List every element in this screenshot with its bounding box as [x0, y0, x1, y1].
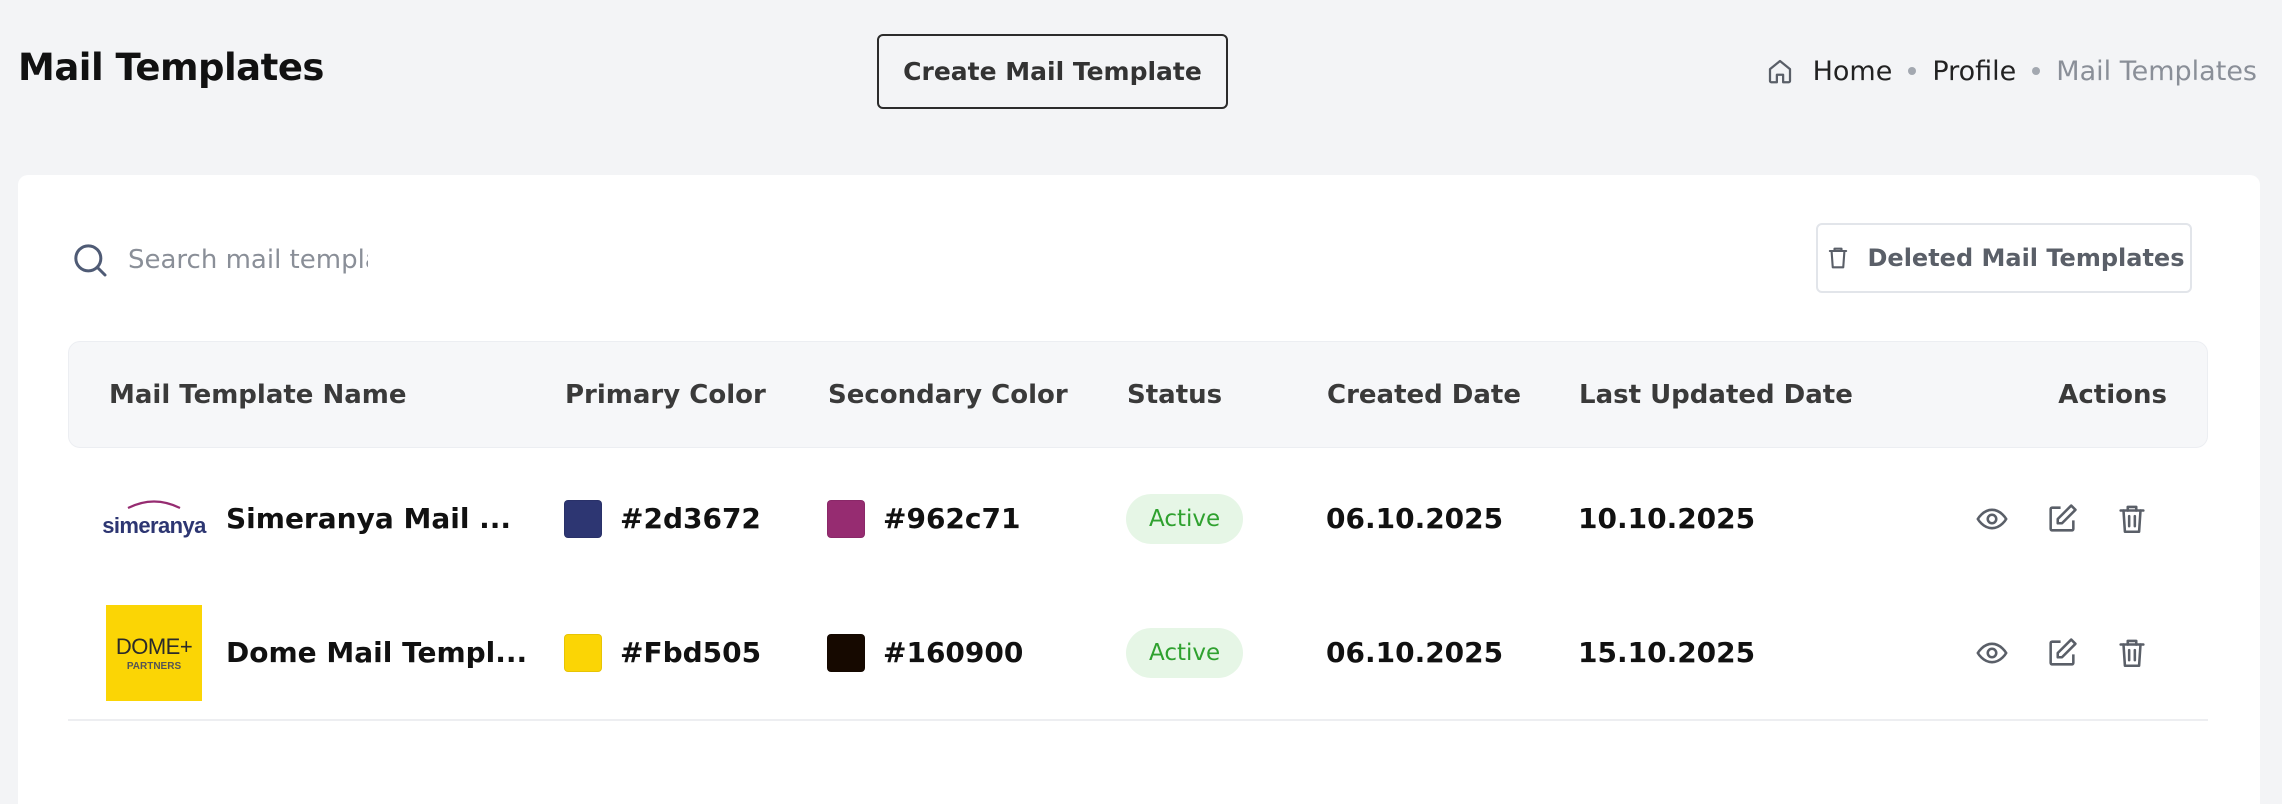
column-header-actions: Actions — [2058, 379, 2167, 410]
logo-subtext: PARTNERS — [126, 660, 182, 672]
deleted-mail-templates-button[interactable]: Deleted Mail Templates — [1816, 223, 2192, 293]
page-title: Mail Templates — [18, 46, 324, 89]
template-logo: simeranya — [102, 470, 206, 567]
secondary-color-cell: #160900 — [827, 586, 1023, 719]
created-date: 06.10.2025 — [1326, 636, 1504, 669]
column-header-name[interactable]: Mail Template Name — [109, 342, 407, 447]
logo-arc-icon — [127, 499, 181, 509]
column-header-updated-date[interactable]: Last Updated Date — [1579, 342, 1853, 447]
template-name-cell: simeranya Simeranya Mail ... — [102, 451, 511, 586]
eye-icon[interactable] — [1975, 502, 2009, 536]
trash-icon[interactable] — [2115, 636, 2149, 670]
column-header-primary-color[interactable]: Primary Color — [565, 342, 766, 447]
template-name[interactable]: Simeranya Mail ... — [226, 502, 511, 535]
search-icon — [70, 240, 110, 280]
row-actions — [1975, 586, 2149, 719]
logo-text: simeranya — [102, 512, 206, 538]
trash-icon — [1824, 244, 1852, 272]
breadcrumb-separator — [2032, 67, 2041, 75]
primary-color-value: #Fbd505 — [620, 636, 762, 669]
home-icon[interactable] — [1765, 56, 1795, 86]
create-mail-template-button[interactable]: Create Mail Template — [877, 34, 1228, 109]
table-header: Mail Template Name Primary Color Seconda… — [68, 341, 2208, 448]
trash-icon[interactable] — [2115, 502, 2149, 536]
primary-color-cell: #Fbd505 — [564, 586, 761, 719]
status-badge: Active — [1126, 627, 1244, 678]
eye-icon[interactable] — [1975, 636, 2009, 670]
breadcrumb: Home Profile Mail Templates — [1765, 50, 2257, 92]
template-name[interactable]: Dome Mail Templ... — [226, 636, 527, 669]
column-header-created-date[interactable]: Created Date — [1327, 342, 1521, 447]
mail-templates-card: Deleted Mail Templates Mail Template Nam… — [18, 175, 2260, 804]
updated-date: 15.10.2025 — [1578, 636, 1756, 669]
status-cell: Active — [1126, 451, 1244, 586]
primary-color-value: #2d3672 — [620, 502, 761, 535]
template-name-cell: DOME+ PARTNERS Dome Mail Templ... — [106, 586, 527, 719]
column-header-secondary-color[interactable]: Secondary Color — [828, 342, 1068, 447]
column-header-status[interactable]: Status — [1127, 342, 1222, 447]
color-swatch — [564, 633, 602, 672]
table-row: DOME+ PARTNERS Dome Mail Templ... #Fbd50… — [68, 586, 2208, 721]
logo-text: DOME+ — [115, 633, 193, 659]
breadcrumb-current: Mail Templates — [2056, 55, 2257, 87]
color-swatch — [564, 499, 602, 538]
created-date: 06.10.2025 — [1326, 502, 1504, 535]
deleted-button-label: Deleted Mail Templates — [1867, 244, 2185, 272]
updated-date: 10.10.2025 — [1578, 502, 1756, 535]
edit-icon[interactable] — [2045, 502, 2079, 536]
status-badge: Active — [1126, 493, 1244, 544]
color-swatch — [827, 633, 865, 672]
secondary-color-value: #160900 — [883, 636, 1024, 669]
color-swatch — [827, 499, 865, 538]
status-cell: Active — [1126, 586, 1244, 719]
breadcrumb-home[interactable]: Home — [1813, 56, 1893, 87]
template-logo: DOME+ PARTNERS — [106, 604, 202, 701]
secondary-color-cell: #962c71 — [827, 451, 1020, 586]
search-input[interactable] — [128, 245, 368, 275]
search-bar — [70, 235, 368, 285]
edit-icon[interactable] — [2045, 636, 2079, 670]
primary-color-cell: #2d3672 — [564, 451, 761, 586]
breadcrumb-separator — [1908, 67, 1917, 75]
row-actions — [1975, 451, 2149, 586]
secondary-color-value: #962c71 — [883, 502, 1021, 535]
table-row: simeranya Simeranya Mail ... #2d3672 #96… — [68, 451, 2208, 586]
breadcrumb-profile[interactable]: Profile — [1932, 56, 2016, 87]
